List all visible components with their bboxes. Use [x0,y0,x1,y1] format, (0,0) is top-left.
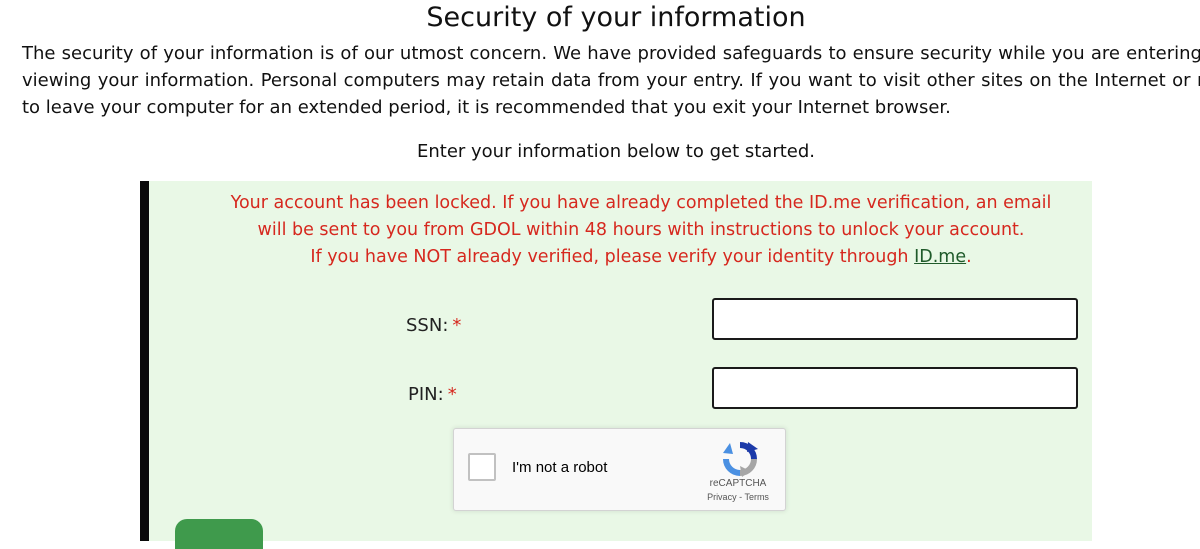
ssn-label-text: SSN: [406,315,449,336]
submit-button[interactable] [175,519,263,549]
ssn-label: SSN: * [406,314,461,338]
recaptcha-widget: I'm not a robot reCAPTCHA Privacy - Term… [453,428,786,511]
recaptcha-terms-link[interactable]: Terms [744,492,769,502]
recaptcha-links: Privacy - Terms [690,492,786,502]
recaptcha-links-separator: - [739,492,743,502]
recaptcha-privacy-link[interactable]: Privacy [707,492,737,502]
alert-line-3: If you have NOT already verified, please… [149,244,1133,271]
alert-line-2: will be sent to you from GDOL within 48 … [257,220,1025,240]
ssn-input[interactable] [712,298,1078,340]
instructions-text: Enter your information below to get star… [416,141,815,162]
alert-line-1: Your account has been locked. If you hav… [230,193,1052,213]
recaptcha-label: I'm not a robot [512,459,608,476]
security-intro-text: The security of your information is of o… [22,43,1200,118]
pin-input[interactable] [712,367,1078,409]
pin-label-text: PIN: [408,384,444,405]
alert-line-3-end: . [966,247,972,267]
account-locked-alert: Your account has been locked. If you hav… [149,190,1133,271]
pin-label: PIN: * [408,383,457,407]
recaptcha-brand: reCAPTCHA [709,478,767,489]
recaptcha-checkbox[interactable] [468,453,496,481]
idme-link[interactable]: ID.me [914,247,966,267]
ssn-required-mark: * [452,315,462,336]
recaptcha-logo-icon [723,442,758,477]
alert-line-3-text: If you have NOT already verified, please… [310,247,915,267]
page-title: Security of your information [426,2,806,33]
pin-required-mark: * [447,384,457,405]
